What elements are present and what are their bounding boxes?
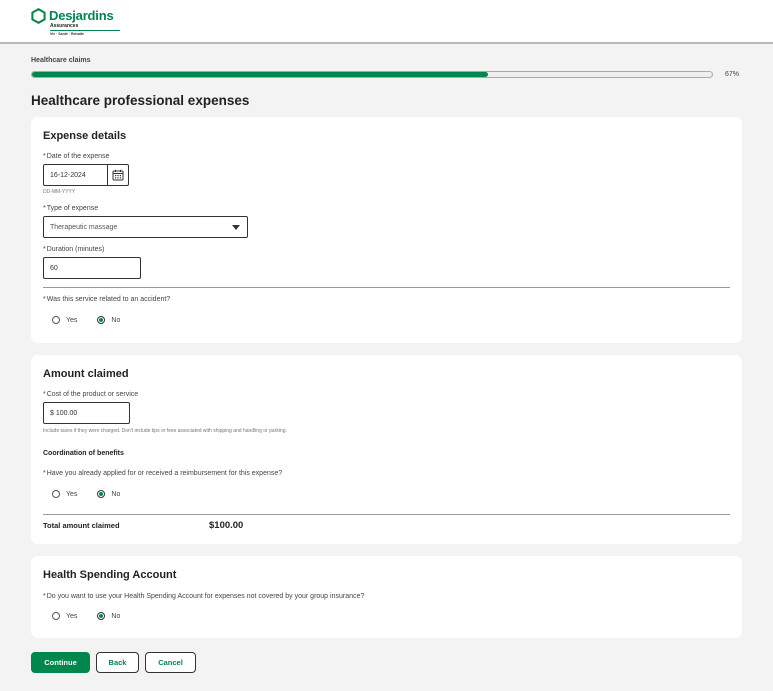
expense-type-label-text: Type of expense	[46, 205, 99, 212]
cost-label: *Cost of the product or service	[43, 391, 138, 398]
hsa-yes-radio[interactable]	[52, 612, 60, 620]
hexagon-logo-icon	[31, 8, 46, 24]
reimbursement-radio-group: Yes No	[52, 490, 140, 498]
hsa-question-text: Do you want to use your Health Spending …	[46, 593, 365, 600]
total-amount-value: $100.00	[209, 520, 244, 531]
logo-sub-name: Assurances	[50, 23, 79, 29]
expense-type-select[interactable]: Therapeutic massage	[43, 216, 248, 238]
expense-details-card: Expense details *Date of the expense 16-…	[31, 117, 742, 343]
amount-claimed-title: Amount claimed	[43, 368, 129, 380]
total-divider	[43, 514, 730, 515]
accident-radio-group: Yes No	[52, 316, 140, 324]
date-label-text: Date of the expense	[46, 153, 110, 160]
date-format-hint: DD-MM-YYYY	[43, 189, 76, 195]
required-marker: *	[43, 153, 46, 160]
required-marker: *	[43, 593, 46, 600]
cost-hint: Include taxes if they were charged. Don'…	[43, 428, 287, 434]
calendar-icon	[112, 169, 124, 181]
required-marker: *	[43, 470, 46, 477]
date-field[interactable]: 16-12-2024	[43, 164, 129, 186]
progress-label: Healthcare claims	[31, 57, 91, 64]
total-amount-label: Total amount claimed	[43, 521, 120, 530]
required-marker: *	[43, 205, 46, 212]
hsa-question: *Do you want to use your Health Spending…	[43, 593, 364, 600]
desjardins-logo[interactable]: Desjardins Assurances Vie · Santé · Retr…	[31, 8, 120, 36]
cost-label-text: Cost of the product or service	[46, 391, 139, 398]
continue-button[interactable]: Continue	[31, 652, 90, 673]
hsa-yes-label[interactable]: Yes	[66, 613, 77, 620]
duration-value: 60	[50, 264, 58, 272]
required-marker: *	[43, 246, 46, 253]
accident-no-radio[interactable]	[97, 316, 106, 324]
cost-value: $ 100.00	[50, 409, 78, 417]
accident-question-text: Was this service related to an accident?	[46, 296, 171, 303]
site-header: Desjardins Assurances Vie · Santé · Retr…	[0, 0, 773, 44]
hsa-radio-group: Yes No	[52, 612, 140, 620]
accident-yes-label[interactable]: Yes	[66, 317, 77, 324]
reimbursement-question: *Have you already applied for or receive…	[43, 470, 282, 477]
accident-yes-radio[interactable]	[52, 316, 60, 324]
reimbursement-question-text: Have you already applied for or received…	[46, 470, 283, 477]
chevron-down-icon	[232, 224, 240, 230]
hsa-no-radio[interactable]	[97, 612, 106, 620]
reimbursement-no-radio[interactable]	[97, 490, 106, 498]
coordination-heading: Coordination of benefits	[43, 450, 124, 457]
duration-label: *Duration (minutes)	[43, 246, 104, 253]
progress-bar	[31, 71, 713, 78]
required-marker: *	[43, 391, 46, 398]
progress-bar-fill	[32, 72, 488, 77]
calendar-button[interactable]	[107, 165, 128, 185]
expense-details-title: Expense details	[43, 130, 127, 142]
expense-type-label: *Type of expense	[43, 205, 98, 212]
hsa-card: Health Spending Account *Do you want to …	[31, 556, 742, 638]
reimbursement-no-label[interactable]: No	[111, 491, 120, 498]
logo-underline	[50, 30, 120, 31]
expense-type-value: Therapeutic massage	[50, 223, 118, 231]
date-label: *Date of the expense	[43, 153, 109, 160]
section-divider	[43, 287, 730, 288]
logo-brand-name: Desjardins	[49, 8, 114, 23]
duration-input[interactable]: 60	[43, 257, 141, 279]
amount-claimed-card: Amount claimed *Cost of the product or s…	[31, 355, 742, 544]
hsa-title: Health Spending Account	[43, 569, 177, 581]
accident-no-label[interactable]: No	[111, 317, 120, 324]
hsa-no-label[interactable]: No	[111, 613, 120, 620]
cost-input[interactable]: $ 100.00	[43, 402, 130, 424]
logo-tagline: Vie · Santé · Retraite	[50, 32, 84, 36]
progress-percent: 67%	[725, 71, 740, 78]
accident-question: *Was this service related to an accident…	[43, 296, 170, 303]
page-title: Healthcare professional expenses	[31, 93, 250, 108]
cancel-button[interactable]: Cancel	[145, 652, 196, 673]
duration-label-text: Duration (minutes)	[46, 246, 105, 253]
reimbursement-yes-label[interactable]: Yes	[66, 491, 77, 498]
back-button[interactable]: Back	[96, 652, 139, 673]
required-marker: *	[43, 296, 46, 303]
date-value: 16-12-2024	[50, 171, 86, 179]
reimbursement-yes-radio[interactable]	[52, 490, 60, 498]
